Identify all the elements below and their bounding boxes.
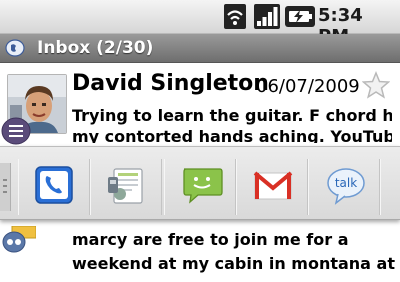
wifi-icon: [224, 4, 246, 29]
sms-icon: [183, 168, 223, 204]
message-date: 06/07/2009: [256, 76, 360, 97]
inbox-title: Inbox (2/30): [37, 38, 154, 58]
talk-icon: talk: [327, 168, 365, 205]
svg-text:talk: talk: [335, 176, 357, 190]
contact-badge-icon: [2, 226, 36, 253]
inbox-title-bar: Inbox (2/30): [0, 34, 400, 63]
signal-icon: [254, 4, 280, 29]
send-sms-button[interactable]: [164, 159, 236, 215]
call-button[interactable]: [18, 159, 90, 215]
star-icon[interactable]: [362, 71, 390, 99]
scroll-left-handle[interactable]: [0, 163, 11, 211]
status-bar: 5:34 PM: [0, 0, 400, 47]
message-list-item[interactable]: David Singleton 06/07/2009 Trying to lea…: [0, 63, 400, 143]
gmail-icon: [253, 171, 293, 200]
message-snippet-line2: my contorted hands aching. YouTube: [72, 127, 392, 143]
quick-contact-badge-icon[interactable]: [1, 117, 33, 145]
google-talk-button[interactable]: talk: [308, 159, 380, 215]
battery-charging-icon: [285, 6, 315, 27]
message-list-item[interactable]: marcy are free to join me for a weekend …: [0, 219, 400, 282]
gmail-app-icon: [5, 39, 25, 57]
message-snippet-line2: weekend at my cabin in montana at: [72, 254, 395, 273]
send-email-button[interactable]: [236, 159, 308, 215]
message-snippet-line1: marcy are free to join me for a: [72, 230, 349, 249]
phone-icon: [35, 166, 73, 204]
sender-name: David Singleton: [72, 71, 269, 96]
quick-contact-bar: talk: [0, 146, 400, 220]
message-snippet-line1: Trying to learn the guitar. F chord has: [72, 106, 392, 125]
view-contact-button[interactable]: [90, 159, 162, 215]
contact-card-icon: [108, 168, 143, 204]
scroll-right-handle[interactable]: [380, 159, 400, 215]
